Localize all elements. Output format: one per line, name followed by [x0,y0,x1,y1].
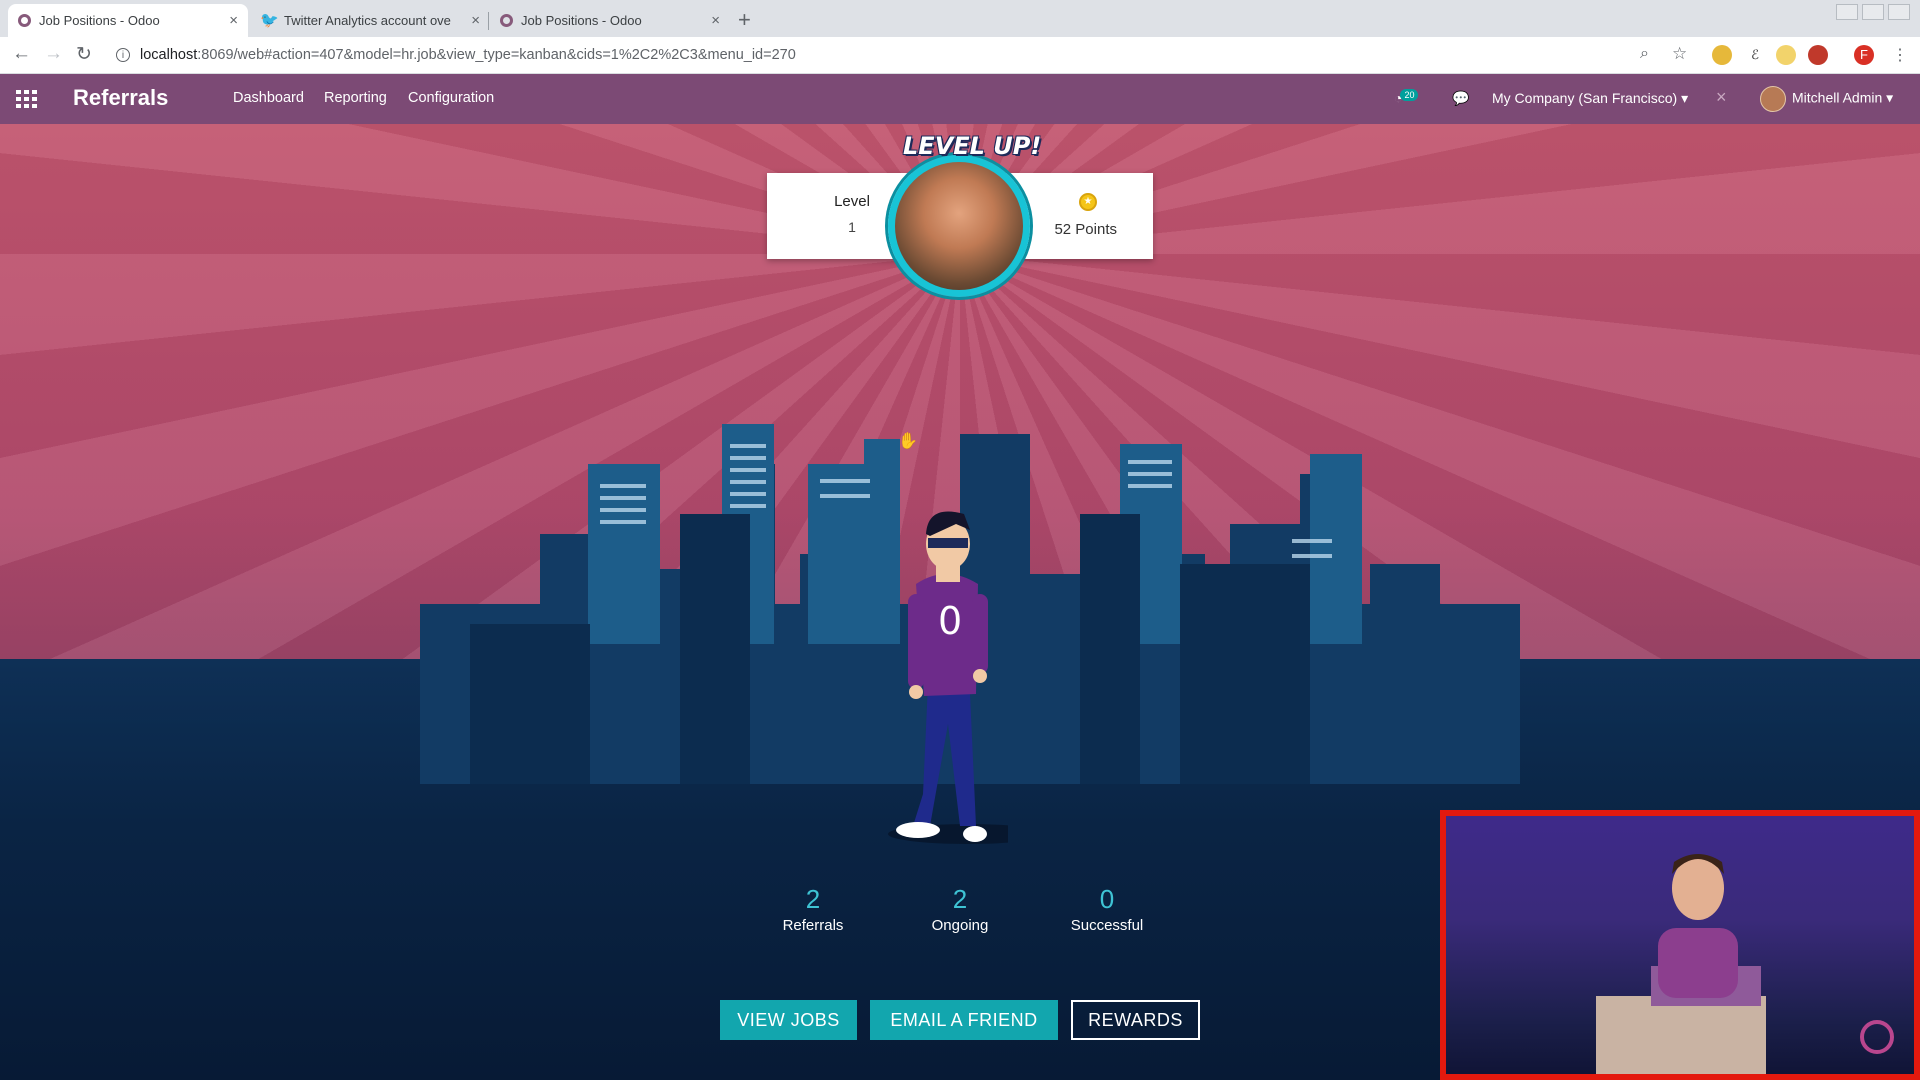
menu-reporting[interactable]: Reporting [324,90,387,106]
minimize-button[interactable] [1836,4,1858,20]
user-name: Mitchell Admin [1792,89,1883,106]
odoo-top-bar: Referrals Dashboard Reporting Configurat… [0,74,1920,124]
activity-button[interactable]: ◔ 20 [1394,89,1419,106]
company-name: My Company (San Francisco) [1492,90,1678,106]
close-icon[interactable]: × [471,12,480,29]
stat-referrals[interactable]: 2 Referrals [753,884,873,934]
stat-label: Referrals [782,917,844,934]
chevron-down-icon: ▾ [1681,90,1689,106]
apps-grid-icon[interactable] [16,90,38,108]
close-icon[interactable]: × [711,12,720,29]
avatar [1760,86,1786,112]
tab-title: Twitter Analytics account ove [284,13,451,28]
tab-title: Job Positions - Odoo [521,13,642,28]
extension-icon[interactable]: ℰ [1745,45,1765,65]
shield-extension-icon[interactable] [1808,45,1828,65]
browser-tab[interactable]: 🐦 Twitter Analytics account ove × [250,4,490,37]
mouse-pointer-icon: ✋ [898,433,918,450]
tab-title: Job Positions - Odoo [39,13,160,28]
extension-icon[interactable] [1776,45,1796,65]
chat-icon[interactable]: 💬 [1452,90,1469,107]
address-bar[interactable]: i localhost:8069/web#action=407&model=hr… [110,41,1670,69]
menu-dashboard[interactable]: Dashboard [233,90,304,106]
presenter-video-frame [1596,854,1766,1074]
bookmark-star-icon[interactable]: ☆ [1672,44,1687,64]
url-host: localhost [140,47,198,63]
presenter-video-overlay [1440,810,1920,1080]
window-controls [1836,4,1910,20]
stat-successful[interactable]: 0 Successful [1047,884,1167,934]
odoo-logo-icon [1860,1020,1894,1054]
maximize-button[interactable] [1862,4,1884,20]
window-close-button[interactable] [1888,4,1910,20]
hero-character-illustration: 0 [888,511,1008,844]
coin-icon: ★ [1079,193,1097,211]
back-arrow-icon[interactable]: ← [12,43,31,65]
stat-value: 2 [952,884,968,914]
view-jobs-button[interactable]: VIEW JOBS [720,1000,857,1040]
menu-kebab-icon[interactable]: ⋮ [1892,45,1908,65]
odoo-icon [500,14,513,27]
activity-count-badge: 20 [1400,89,1419,101]
points-value: 52 Points [1054,221,1117,238]
browser-toolbar: ← → ↻ i localhost:8069/web#action=407&mo… [0,37,1920,74]
app-title: Referrals [73,85,169,110]
stat-label: Ongoing [931,917,989,934]
close-icon[interactable]: × [229,12,238,29]
level-value: 1 [848,219,856,235]
close-icon[interactable]: × [1716,87,1727,108]
browser-tab-strip: Job Positions - Odoo × 🐦 Twitter Analyti… [0,0,1920,38]
extension-icon[interactable] [1712,45,1732,65]
svg-text:0: 0 [938,599,962,643]
new-tab-button[interactable]: + [738,7,751,33]
email-a-friend-button[interactable]: EMAIL A FRIEND [870,1000,1058,1040]
menu-configuration[interactable]: Configuration [408,90,494,106]
user-menu[interactable]: Mitchell Admin ▾ [1760,86,1893,112]
odoo-icon [18,14,31,27]
browser-tab[interactable]: Job Positions - Odoo × [490,4,730,37]
twitter-icon: 🐦 [260,12,279,29]
user-avatar[interactable] [888,155,1030,297]
level-label: Level [834,193,870,210]
tab-divider [488,12,489,30]
stat-ongoing[interactable]: 2 Ongoing [900,884,1020,934]
info-icon[interactable]: i [116,48,130,62]
stat-value: 2 [805,884,821,914]
profile-icon[interactable]: F [1854,45,1874,65]
forward-arrow-icon[interactable]: → [44,43,63,65]
url-path: :8069/web#action=407&model=hr.job&view_t… [197,47,796,63]
reload-icon[interactable]: ↻ [76,43,92,66]
chevron-down-icon: ▾ [1886,89,1894,106]
stat-value: 0 [1099,884,1115,914]
company-switcher[interactable]: My Company (San Francisco) ▾ [1492,90,1688,107]
browser-tab[interactable]: Job Positions - Odoo × [8,4,248,37]
rewards-button[interactable]: REWARDS [1071,1000,1200,1040]
zoom-icon[interactable]: ⌕ [1640,45,1649,63]
stat-label: Successful [1070,917,1144,934]
level-up-banner: LEVEL UP! [903,132,1042,160]
